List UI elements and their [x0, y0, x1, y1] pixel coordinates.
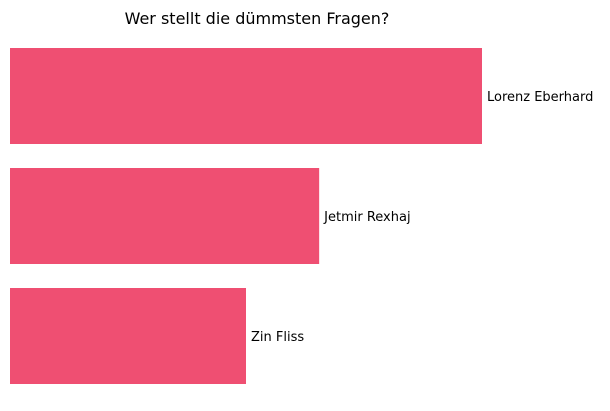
- bar-label: Zin Fliss: [251, 330, 304, 345]
- bar-lorenz-eberhard: [10, 48, 482, 144]
- bar-jetmir-rexhaj: [10, 168, 320, 264]
- bar-zin-fliss: [10, 288, 246, 384]
- bar-label: Jetmir Rexhaj: [323, 210, 410, 225]
- bar-label: Lorenz Eberhard: [487, 90, 593, 105]
- bars-group: [10, 48, 482, 384]
- chart-title: Wer stellt die dümmsten Fragen?: [125, 9, 390, 28]
- bar-chart: Wer stellt die dümmsten Fragen? Lorenz E…: [10, 9, 593, 384]
